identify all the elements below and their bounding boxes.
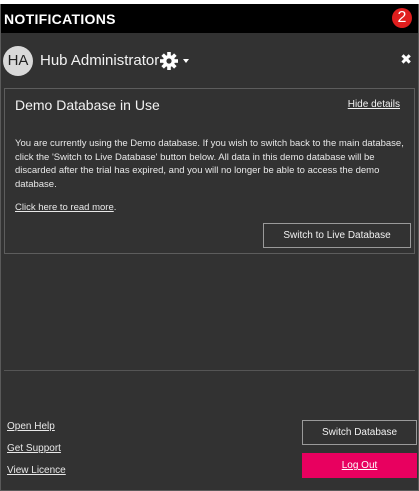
view-licence-link[interactable]: View Licence — [7, 465, 66, 476]
avatar: HA — [3, 46, 33, 76]
notification-count-badge[interactable]: 2 — [392, 8, 412, 28]
demo-database-notice: Demo Database in Use Hide details You ar… — [4, 88, 415, 254]
read-more-link[interactable]: Click here to read more — [15, 202, 114, 213]
switch-to-live-database-button[interactable]: Switch to Live Database — [263, 223, 411, 248]
user-name: Hub Administrator — [40, 52, 160, 69]
notice-body: You are currently using the Demo databas… — [15, 138, 404, 190]
read-more-line: Click here to read more. — [15, 202, 116, 213]
user-row: HA Hub Administrator ✖ — [1, 44, 418, 78]
notifications-header: NOTIFICATIONS 2 — [1, 4, 418, 33]
header-title: NOTIFICATIONS — [4, 10, 116, 27]
divider — [4, 370, 415, 371]
hide-details-link[interactable]: Hide details — [348, 99, 400, 110]
user-menu-button[interactable] — [160, 50, 192, 72]
chevron-down-icon — [183, 59, 189, 63]
notice-title: Demo Database in Use — [15, 97, 160, 113]
get-support-link[interactable]: Get Support — [7, 443, 61, 454]
gear-icon — [160, 52, 178, 70]
read-more-suffix: . — [113, 202, 117, 213]
notifications-panel: NOTIFICATIONS 2 HA Hub Administrator ✖ D… — [0, 4, 419, 491]
log-out-button[interactable]: Log Out — [302, 453, 417, 478]
open-help-link[interactable]: Open Help — [7, 421, 55, 432]
close-icon[interactable]: ✖ — [400, 51, 412, 68]
switch-database-button[interactable]: Switch Database — [302, 420, 417, 445]
